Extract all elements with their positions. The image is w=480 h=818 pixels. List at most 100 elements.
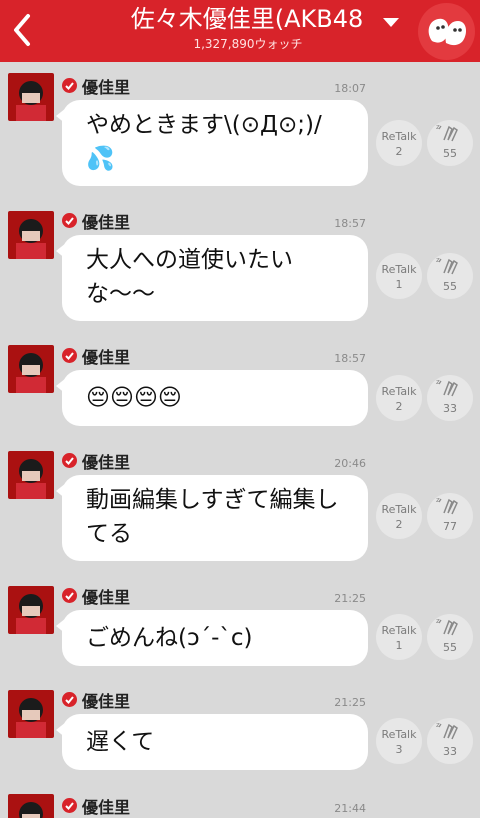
timeline-feed[interactable]: 優佳里 18:07 やめときます\(⊙Д⊙;)/ 💦 ReTalk 2 z 55… bbox=[0, 62, 480, 818]
author-name: 優佳里 bbox=[82, 798, 131, 817]
clap-hands-icon: z bbox=[436, 378, 458, 397]
app-header: 佐々木優佳里(AKB48 1,327,890ウォッチ bbox=[0, 0, 480, 62]
retalk-count: 2 bbox=[395, 400, 403, 413]
retalk-count: 1 bbox=[395, 639, 403, 652]
message-bubble: やめときます\(⊙Д⊙;)/ 💦 bbox=[56, 100, 368, 186]
retalk-label: ReTalk bbox=[381, 130, 417, 143]
message-line: ごめんね(ɔ´-`c) bbox=[86, 625, 253, 651]
author-name: 優佳里 bbox=[82, 692, 131, 711]
ghost-mascot-icon[interactable] bbox=[418, 3, 475, 60]
post-time: 18:07 bbox=[334, 82, 366, 95]
retalk-count: 2 bbox=[395, 145, 403, 158]
post-time: 21:44 bbox=[334, 802, 366, 815]
message-line: 遅くて bbox=[86, 729, 155, 755]
retalk-label: ReTalk bbox=[381, 728, 417, 741]
message-bubble: 動画編集しすぎて編集し てる bbox=[56, 475, 368, 561]
page-title: 佐々木優佳里(AKB48 bbox=[130, 5, 364, 33]
avatar[interactable] bbox=[8, 73, 54, 121]
svg-text:z: z bbox=[436, 123, 440, 131]
message-bubble: 大人への道使いたい な〜〜 bbox=[56, 235, 368, 321]
timeline-post: 優佳里 20:46 動画編集しすぎて編集し てる ReTalk 2 z 77 bbox=[0, 437, 480, 572]
message-line: 動画編集しすぎて編集し bbox=[86, 487, 339, 513]
clap-count: 33 bbox=[443, 745, 457, 758]
timeline-post: 優佳里 21:25 遅くて ReTalk 3 z 33 bbox=[0, 676, 480, 782]
avatar[interactable] bbox=[8, 211, 54, 259]
clap-hands-icon: z bbox=[436, 617, 458, 636]
timeline-post: 優佳里 18:07 やめときます\(⊙Д⊙;)/ 💦 ReTalk 2 z 55 bbox=[0, 62, 480, 197]
watch-count: 1,327,890ウォッチ bbox=[193, 37, 303, 51]
clap-button[interactable]: z 33 bbox=[427, 375, 473, 421]
verified-check-icon bbox=[62, 588, 77, 603]
retalk-label: ReTalk bbox=[381, 503, 417, 516]
svg-text:z: z bbox=[436, 378, 440, 386]
retalk-count: 2 bbox=[395, 518, 403, 531]
message-line: 大人への道使いたい bbox=[86, 247, 293, 273]
clap-count: 55 bbox=[443, 147, 457, 160]
author-name: 優佳里 bbox=[82, 348, 131, 367]
timeline-post: 優佳里 21:25 ごめんね(ɔ´-`c) ReTalk 1 z 55 bbox=[0, 572, 480, 676]
clap-count: 55 bbox=[443, 280, 457, 293]
author-name: 優佳里 bbox=[82, 588, 131, 607]
retalk-button[interactable]: ReTalk 3 bbox=[376, 718, 422, 764]
message-line: 😔😔😔😔 bbox=[86, 385, 182, 411]
retalk-count: 1 bbox=[395, 278, 403, 291]
retalk-button[interactable]: ReTalk 2 bbox=[376, 120, 422, 166]
clap-count: 55 bbox=[443, 641, 457, 654]
retalk-label: ReTalk bbox=[381, 624, 417, 637]
svg-text:z: z bbox=[436, 617, 440, 625]
message-line: やめときます\(⊙Д⊙;)/ bbox=[86, 112, 322, 138]
post-time: 18:57 bbox=[334, 352, 366, 365]
clap-count: 77 bbox=[443, 520, 457, 533]
clap-hands-icon: z bbox=[436, 496, 458, 515]
clap-button[interactable]: z 33 bbox=[427, 718, 473, 764]
back-chevron-icon[interactable] bbox=[8, 10, 36, 50]
avatar[interactable] bbox=[8, 451, 54, 499]
timeline-post: 優佳里 18:57 大人への道使いたい な〜〜 ReTalk 1 z 55 bbox=[0, 197, 480, 332]
svg-text:z: z bbox=[436, 496, 440, 504]
message-line: てる bbox=[86, 521, 132, 547]
post-time: 21:25 bbox=[334, 696, 366, 709]
retalk-button[interactable]: ReTalk 1 bbox=[376, 614, 422, 660]
verified-check-icon bbox=[62, 798, 77, 813]
retalk-button[interactable]: ReTalk 2 bbox=[376, 493, 422, 539]
timeline-post: 優佳里 21:44 bbox=[0, 782, 480, 818]
clap-hands-icon: z bbox=[436, 123, 458, 142]
verified-check-icon bbox=[62, 692, 77, 707]
author-name: 優佳里 bbox=[82, 453, 131, 472]
retalk-label: ReTalk bbox=[381, 385, 417, 398]
post-time: 18:57 bbox=[334, 217, 366, 230]
timeline-post: 優佳里 18:57 😔😔😔😔 ReTalk 2 z 33 bbox=[0, 332, 480, 437]
post-time: 20:46 bbox=[334, 457, 366, 470]
clap-hands-icon: z bbox=[436, 256, 458, 275]
avatar[interactable] bbox=[8, 345, 54, 393]
clap-button[interactable]: z 77 bbox=[427, 493, 473, 539]
clap-hands-icon: z bbox=[436, 721, 458, 740]
clap-button[interactable]: z 55 bbox=[427, 253, 473, 299]
verified-check-icon bbox=[62, 453, 77, 468]
retalk-button[interactable]: ReTalk 2 bbox=[376, 375, 422, 421]
avatar[interactable] bbox=[8, 690, 54, 738]
clap-button[interactable]: z 55 bbox=[427, 120, 473, 166]
avatar[interactable] bbox=[8, 586, 54, 634]
clap-button[interactable]: z 55 bbox=[427, 614, 473, 660]
title-block: 佐々木優佳里(AKB48 1,327,890ウォッチ bbox=[118, 4, 378, 52]
message-line: 💦 bbox=[86, 146, 115, 172]
svg-text:z: z bbox=[436, 721, 440, 729]
message-bubble: ごめんね(ɔ´-`c) bbox=[56, 610, 368, 666]
dropdown-triangle-icon[interactable] bbox=[381, 14, 401, 27]
author-name: 優佳里 bbox=[82, 78, 131, 97]
svg-text:z: z bbox=[436, 256, 440, 264]
message-bubble: 😔😔😔😔 bbox=[56, 370, 368, 426]
verified-check-icon bbox=[62, 78, 77, 93]
retalk-button[interactable]: ReTalk 1 bbox=[376, 253, 422, 299]
message-bubble: 遅くて bbox=[56, 714, 368, 770]
post-time: 21:25 bbox=[334, 592, 366, 605]
retalk-label: ReTalk bbox=[381, 263, 417, 276]
author-name: 優佳里 bbox=[82, 213, 131, 232]
avatar[interactable] bbox=[8, 794, 54, 818]
message-line: な〜〜 bbox=[86, 281, 155, 307]
verified-check-icon bbox=[62, 348, 77, 363]
verified-check-icon bbox=[62, 213, 77, 228]
retalk-count: 3 bbox=[395, 743, 403, 756]
clap-count: 33 bbox=[443, 402, 457, 415]
